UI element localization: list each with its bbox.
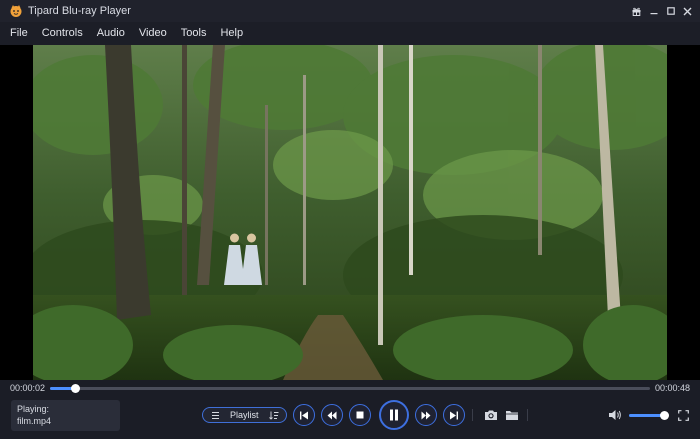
gift-button[interactable] [628, 0, 645, 22]
playlist-button[interactable]: Playlist [202, 407, 287, 423]
control-divider [472, 409, 473, 421]
current-time: 00:00:02 [10, 383, 46, 393]
previous-icon [300, 411, 308, 419]
menu-tools[interactable]: Tools [174, 22, 214, 45]
stop-button[interactable] [349, 404, 371, 426]
fast-forward-button[interactable] [415, 404, 437, 426]
stop-icon [356, 411, 364, 419]
tipard-logo-icon [10, 5, 22, 17]
playlist-label: Playlist [230, 410, 259, 420]
seek-thumb[interactable] [71, 384, 81, 393]
menu-file[interactable]: File [0, 22, 35, 45]
rewind-button[interactable] [321, 404, 343, 426]
volume-icon[interactable] [608, 409, 622, 421]
seek-bar[interactable] [50, 384, 650, 393]
minimize-icon [650, 13, 657, 15]
title-bar: Tipard Blu-ray Player [0, 0, 700, 22]
next-button[interactable] [443, 404, 465, 426]
next-icon [450, 411, 458, 419]
rewind-icon [327, 411, 337, 419]
close-icon [683, 7, 692, 15]
duration-time: 00:00:48 [654, 383, 690, 393]
menu-bar: File Controls Audio Video Tools Help [0, 22, 700, 45]
volume-slider[interactable] [629, 411, 670, 420]
fullscreen-icon[interactable] [678, 410, 689, 421]
maximize-button[interactable] [662, 0, 679, 22]
pause-icon [390, 409, 398, 421]
gift-icon [632, 7, 641, 16]
tools-divider [527, 409, 528, 421]
file-name: film.mp4 [17, 416, 52, 426]
now-playing-panel: Playing: film.mp4 [11, 400, 120, 431]
pause-button[interactable] [379, 400, 409, 430]
sort-icon [269, 411, 279, 420]
close-button[interactable] [679, 0, 696, 22]
minimize-button[interactable] [645, 0, 662, 22]
video-frame [33, 45, 667, 380]
camera-icon[interactable] [484, 409, 498, 421]
menu-controls[interactable]: Controls [35, 22, 90, 45]
playing-label: Playing: [17, 404, 50, 414]
fast-forward-icon [421, 411, 431, 419]
menu-help[interactable]: Help [213, 22, 250, 45]
menu-video[interactable]: Video [132, 22, 174, 45]
window-title: Tipard Blu-ray Player [28, 5, 131, 17]
video-area[interactable] [0, 45, 700, 380]
menu-audio[interactable]: Audio [90, 22, 132, 45]
seek-row: 00:00:02 00:00:48 [0, 380, 700, 398]
maximize-icon [666, 7, 675, 15]
folder-icon[interactable] [505, 409, 519, 421]
previous-button[interactable] [293, 404, 315, 426]
volume-level [629, 414, 665, 417]
playlist-icon [212, 412, 219, 419]
